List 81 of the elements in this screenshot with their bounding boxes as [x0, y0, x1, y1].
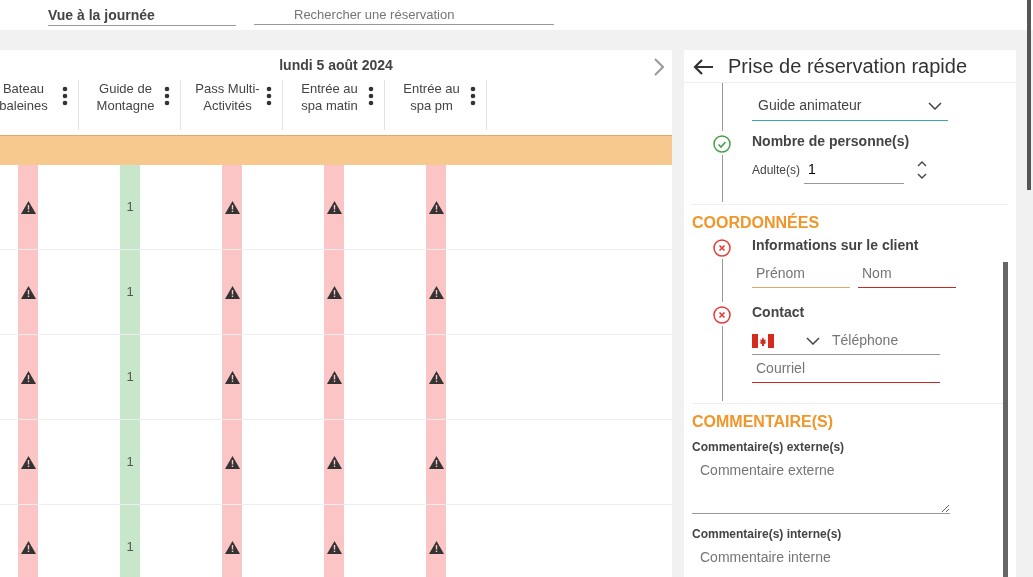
- warning-icon: [428, 285, 444, 299]
- column-header: Entrée au spa pm: [402, 80, 461, 114]
- date-label: lundi 5 août 2024: [279, 55, 393, 75]
- unavailable-cell[interactable]: [18, 505, 38, 577]
- more-icon[interactable]: [367, 86, 374, 106]
- warning-icon: [20, 455, 36, 469]
- step-title: Nombre de personne(s): [752, 132, 911, 151]
- unavailable-cell[interactable]: [426, 505, 446, 577]
- unavailable-cell[interactable]: [426, 165, 446, 249]
- unavailable-cell[interactable]: [324, 165, 344, 249]
- text-field[interactable]: Prénom: [752, 260, 850, 288]
- warning-icon: [428, 455, 444, 469]
- warning-icon: [224, 200, 240, 214]
- more-icon[interactable]: [469, 86, 476, 106]
- warning-icon: [326, 370, 342, 384]
- unavailable-cell[interactable]: [324, 250, 344, 334]
- unavailable-cell[interactable]: [222, 335, 242, 419]
- warning-icon: [428, 200, 444, 214]
- unavailable-cell[interactable]: [324, 420, 344, 504]
- warning-icon: [20, 540, 36, 554]
- guide-select[interactable]: Guide animateur: [752, 91, 948, 121]
- availability-cell[interactable]: 1: [120, 335, 140, 419]
- section-heading: COORDONNÉES: [692, 204, 1008, 235]
- unavailable-cell[interactable]: [18, 250, 38, 334]
- column-header: Guide de Montagne: [95, 80, 156, 114]
- unavailable-cell[interactable]: [426, 420, 446, 504]
- more-icon[interactable]: [265, 86, 272, 106]
- flag-icon[interactable]: [752, 333, 774, 348]
- more-icon[interactable]: [61, 86, 68, 106]
- unavailable-cell[interactable]: [222, 165, 242, 249]
- warning-icon: [20, 200, 36, 214]
- warning-icon: [428, 370, 444, 384]
- step-title: Contact: [752, 303, 806, 322]
- column-header: Pass Multi-Activités: [194, 80, 261, 114]
- unavailable-cell[interactable]: [324, 505, 344, 577]
- unavailable-cell[interactable]: [426, 250, 446, 334]
- number-field[interactable]: 1: [804, 156, 905, 184]
- step-title: Informations sur le client: [752, 236, 920, 255]
- warning-icon: [20, 285, 36, 299]
- chevron-down-icon: [928, 101, 942, 110]
- more-icon[interactable]: [163, 86, 170, 106]
- warning-icon: [326, 200, 342, 214]
- unavailable-cell[interactable]: [324, 335, 344, 419]
- chevron-right-icon: [654, 58, 664, 77]
- unavailable-cell[interactable]: [222, 420, 242, 504]
- availability-cell[interactable]: 1: [120, 250, 140, 334]
- warning-icon: [326, 540, 342, 554]
- unavailable-cell[interactable]: [18, 335, 38, 419]
- unavailable-cell[interactable]: [18, 420, 38, 504]
- column-header: Bateau baleines: [0, 80, 49, 114]
- back-arrow-icon: [692, 57, 714, 76]
- field-label: Adulte(s): [752, 162, 801, 179]
- availability-cell[interactable]: 1: [120, 505, 140, 577]
- view-select[interactable]: Vue à la journée: [48, 4, 236, 26]
- phone-field[interactable]: Téléphone: [828, 327, 928, 354]
- unavailable-cell[interactable]: [222, 250, 242, 334]
- field-label: Commentaire(s) externe(s): [692, 439, 846, 456]
- availability-cell[interactable]: 1: [120, 165, 140, 249]
- warning-icon: [224, 285, 240, 299]
- warning-icon: [224, 540, 240, 554]
- spinner-icon[interactable]: [916, 159, 929, 181]
- column-header: Entrée au spa matin: [300, 80, 359, 114]
- unavailable-cell[interactable]: [18, 165, 38, 249]
- warning-icon: [326, 285, 342, 299]
- page-scrollbar[interactable]: [1027, 0, 1031, 190]
- warning-icon: [20, 370, 36, 384]
- scrollbar[interactable]: [1003, 262, 1008, 577]
- unavailable-cell[interactable]: [426, 335, 446, 419]
- warning-icon: [224, 370, 240, 384]
- warning-icon: [224, 455, 240, 469]
- next-day-button[interactable]: [654, 56, 664, 77]
- email-field[interactable]: Courriel: [752, 355, 940, 383]
- text-field[interactable]: Nom: [858, 260, 956, 288]
- availability-cell[interactable]: 1: [120, 420, 140, 504]
- warning-icon: [326, 455, 342, 469]
- panel-title: Prise de réservation rapide: [728, 54, 967, 78]
- field-label: Commentaire(s) interne(s): [692, 526, 843, 543]
- search-field[interactable]: Rechercher une réservation: [254, 4, 554, 26]
- unavailable-cell[interactable]: [222, 505, 242, 577]
- chevron-down-icon[interactable]: [806, 336, 820, 345]
- warning-icon: [428, 540, 444, 554]
